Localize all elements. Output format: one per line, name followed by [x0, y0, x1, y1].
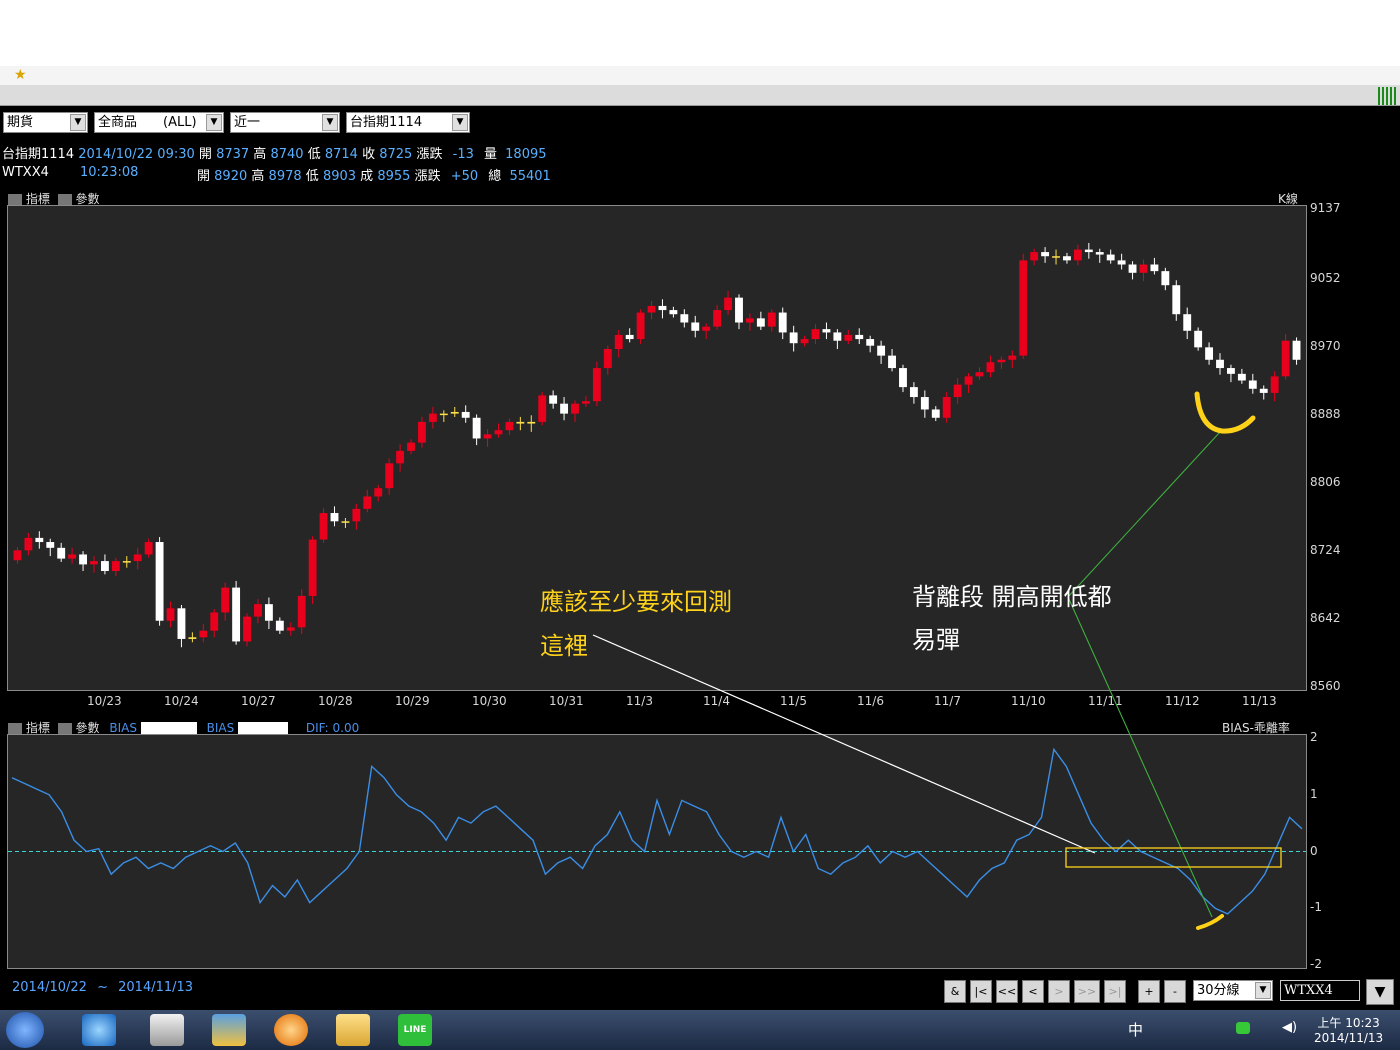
zoom-out-button[interactable]: - — [1164, 980, 1186, 1003]
clock-time: 上午 10:23 — [1317, 1016, 1380, 1030]
folder-icon[interactable] — [336, 1014, 370, 1046]
annotation-line-green-upper — [1067, 431, 1221, 598]
chart-app-icon[interactable] — [212, 1014, 246, 1046]
date-to: 2014/11/13 — [118, 980, 194, 995]
ime-indicator[interactable]: 中 — [1128, 1019, 1143, 1040]
browser-icon[interactable] — [82, 1014, 116, 1046]
start-button-icon[interactable] — [6, 1012, 44, 1048]
symbol-input[interactable]: WTXX4 — [1280, 980, 1360, 1001]
annotation-text-rebound: 易彈 — [912, 626, 960, 654]
speaker-icon[interactable]: ◀) — [1282, 1020, 1297, 1035]
highlight-smile-mark — [1194, 391, 1256, 434]
symbol-input-value: WTXX4 — [1284, 983, 1333, 998]
annotation-text-here: 這裡 — [540, 632, 588, 660]
nav-page-back-button[interactable]: << — [996, 980, 1018, 1003]
line-app-icon[interactable]: LINE — [398, 1014, 432, 1046]
nav-forward-button[interactable]: > — [1048, 980, 1070, 1003]
nav-sync-button[interactable]: & — [944, 980, 966, 1003]
zoom-in-button[interactable]: + — [1138, 980, 1160, 1003]
nav-page-forward-button[interactable]: >> — [1074, 980, 1100, 1003]
annotation-layer — [592, 391, 1282, 930]
annotation-text-retest: 應該至少要來回測 — [540, 588, 732, 616]
interval-select[interactable]: 30分線 ▼ — [1193, 980, 1273, 1001]
highlight-dash-mark — [1196, 914, 1224, 930]
chat-tray-icon[interactable] — [1236, 1022, 1250, 1034]
dropdown-arrow-icon[interactable]: ▼ — [1366, 979, 1394, 1005]
clock-date: 2014/11/13 — [1314, 1031, 1384, 1045]
chevron-down-icon[interactable]: ▼ — [1255, 982, 1271, 999]
interval-select-value: 30分線 — [1197, 983, 1240, 998]
clock[interactable]: 上午 10:23 2014/11/13 — [1314, 1014, 1383, 1045]
nav-first-button[interactable]: |< — [970, 980, 992, 1003]
date-from: 2014/10/22 — [12, 980, 87, 995]
annotation-line-green-lower — [1067, 596, 1213, 918]
highlight-box — [1065, 847, 1282, 868]
annotation-text-divergence: 背離段 開高開低都 — [912, 583, 1112, 611]
annotation-arrow-white — [592, 634, 1096, 854]
nav-last-button[interactable]: >| — [1104, 980, 1126, 1003]
nav-back-button[interactable]: < — [1022, 980, 1044, 1003]
media-player-icon[interactable] — [150, 1014, 184, 1046]
messenger-icon[interactable] — [274, 1014, 308, 1046]
date-separator: ~ — [97, 980, 108, 995]
windows-taskbar — [0, 1010, 1400, 1050]
date-range: 2014/10/22 ~ 2014/11/13 — [12, 980, 193, 995]
